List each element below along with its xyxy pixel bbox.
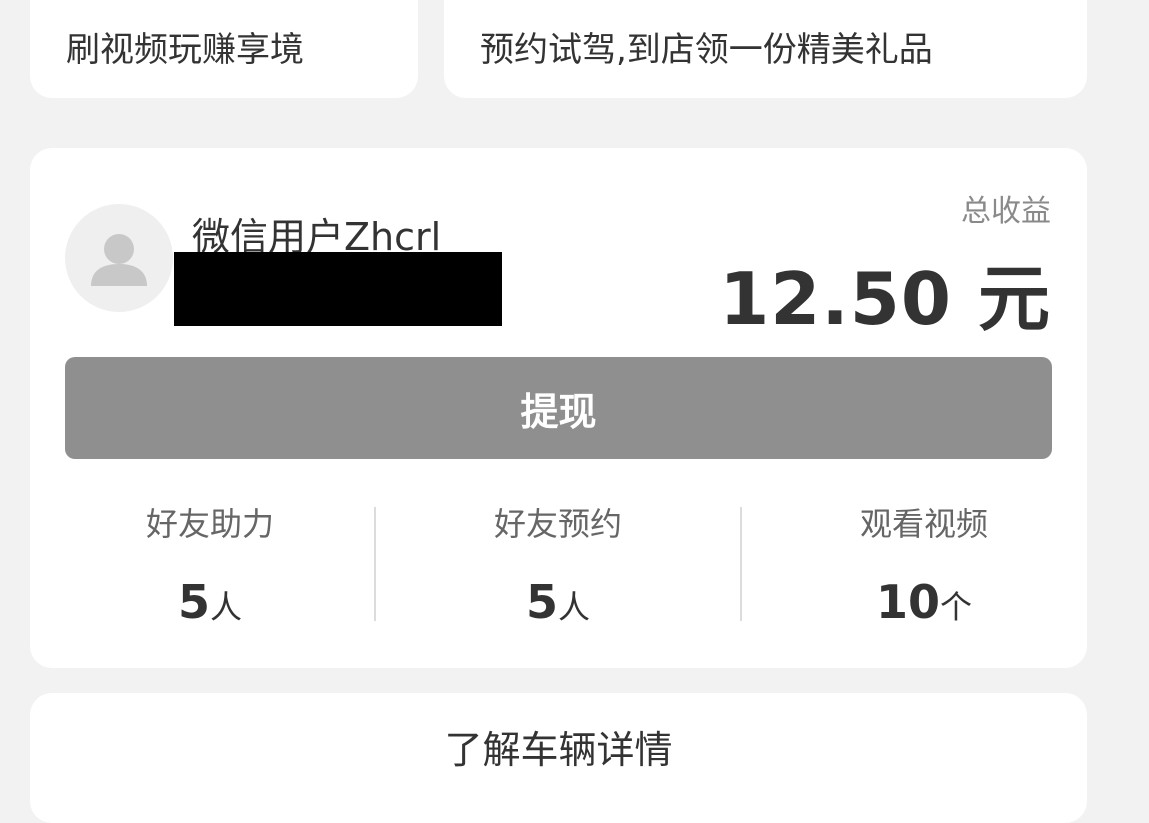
stat-label: 好友预约 <box>493 505 622 543</box>
stat-label: 好友助力 <box>145 505 274 543</box>
stat-value: 5人 <box>45 575 375 629</box>
stat-divider <box>740 507 742 621</box>
withdraw-button[interactable]: 提现 <box>65 357 1052 459</box>
stat-value: 5人 <box>393 575 723 629</box>
user-avatar-icon <box>65 204 173 312</box>
stat-watch-video: 观看视频 10个 <box>759 493 1089 633</box>
promo-card-test-drive-text: 预约试驾,到店领一份精美礼品 <box>480 30 933 70</box>
stat-number: 10 <box>875 575 940 629</box>
stat-unit: 人 <box>558 588 591 626</box>
stats-row: 好友助力 5人 好友预约 5人 观看视频 10个 <box>30 493 1087 633</box>
promo-card-test-drive[interactable]: 预约试驾,到店领一份精美礼品 <box>444 0 1087 98</box>
promo-card-video-text: 刷视频玩赚享境 <box>66 30 304 70</box>
earnings-card: 微信用户Zhcrl 总收益 12.50 元 提现 好友助力 5人 好友预约 5人… <box>30 148 1087 668</box>
vehicle-details-card[interactable]: 了解车辆详情 <box>30 693 1087 823</box>
stat-label: 观看视频 <box>859 505 988 543</box>
stat-value: 10个 <box>759 575 1089 629</box>
stat-number: 5 <box>177 575 210 629</box>
total-income-label: 总收益 <box>961 194 1051 229</box>
stat-friend-booking: 好友预约 5人 <box>393 493 723 633</box>
stat-friend-assist: 好友助力 5人 <box>45 493 375 633</box>
stat-number: 5 <box>525 575 558 629</box>
stat-divider <box>374 507 376 621</box>
vehicle-details-link[interactable]: 了解车辆详情 <box>30 719 1087 774</box>
stat-unit: 人 <box>210 588 243 626</box>
stat-unit: 个 <box>940 588 973 626</box>
redacted-user-info <box>174 252 502 326</box>
total-income-amount: 12.50 元 <box>719 257 1051 341</box>
promo-card-video[interactable]: 刷视频玩赚享境 <box>30 0 418 98</box>
